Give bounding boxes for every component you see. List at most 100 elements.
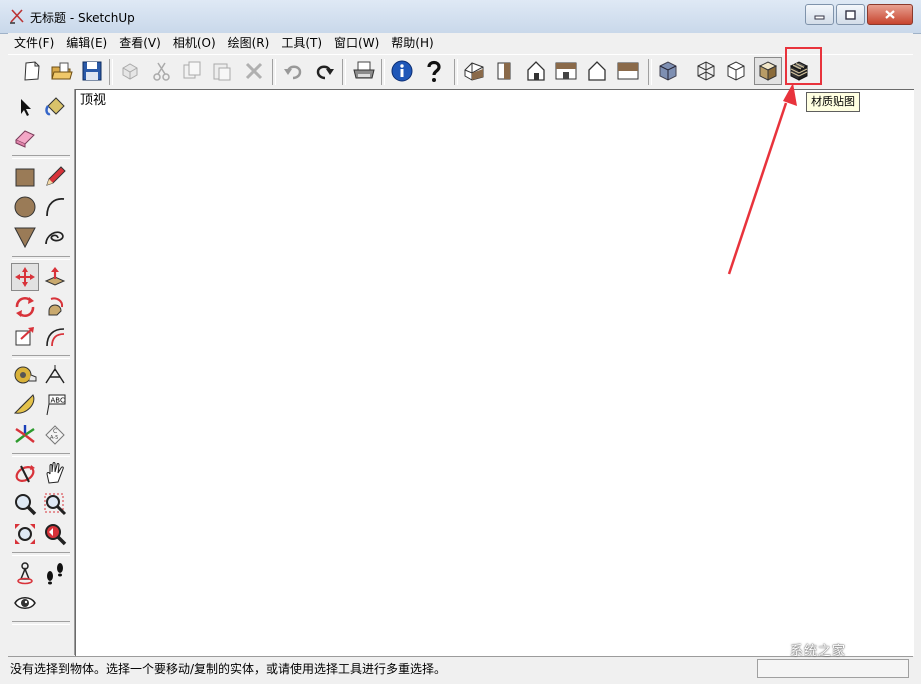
section-plane-button[interactable]: C A-5	[41, 421, 69, 449]
walk-tool-button[interactable]	[41, 559, 69, 587]
eraser-icon	[15, 130, 35, 148]
position-camera-button[interactable]	[11, 559, 39, 587]
hidden-line-button[interactable]	[722, 57, 750, 85]
line-tool-button[interactable]	[41, 163, 69, 191]
pan-tool-button[interactable]	[41, 460, 69, 488]
make-component-button[interactable]	[116, 57, 144, 85]
text-tool-button[interactable]: ABC	[41, 391, 69, 419]
minimize-icon	[814, 15, 825, 19]
zoom-extents-button[interactable]	[11, 520, 39, 548]
circle-tool-button[interactable]	[11, 193, 39, 221]
status-bar: 没有选择到物体。选择一个要移动/复制的实体，或请使用选择工具进行多重选择。	[8, 656, 913, 679]
move-tool-button[interactable]	[11, 263, 39, 291]
redo-button[interactable]	[310, 57, 338, 85]
toolbar-separator	[454, 59, 458, 85]
eraser-tool-button[interactable]	[11, 123, 39, 151]
select-tool-button[interactable]	[11, 93, 39, 121]
sketchup-app-icon[interactable]	[8, 7, 26, 25]
orbit-tool-button[interactable]	[11, 460, 39, 488]
scale-tool-button[interactable]	[11, 323, 39, 351]
iso-view-button[interactable]	[460, 57, 488, 85]
previous-view-button[interactable]	[41, 520, 69, 548]
menu-help[interactable]: 帮助(H)	[385, 33, 439, 53]
tape-measure-button[interactable]	[11, 361, 39, 389]
save-button[interactable]	[78, 57, 106, 85]
menu-window[interactable]: 窗口(W)	[328, 33, 385, 53]
wireframe-button[interactable]	[692, 57, 720, 85]
polygon-tool-button[interactable]	[11, 223, 39, 251]
xray-button[interactable]	[654, 57, 682, 85]
circle-icon	[14, 196, 36, 218]
protractor-tool-button[interactable]	[11, 391, 39, 419]
menu-tools[interactable]: 工具(T)	[275, 33, 328, 53]
main-toolbar	[8, 54, 913, 90]
rotate-tool-button[interactable]	[11, 293, 39, 321]
help-button[interactable]	[420, 57, 448, 85]
follow-me-tool-button[interactable]	[41, 293, 69, 321]
zoom-window-icon	[44, 493, 67, 516]
top-view-button[interactable]	[490, 57, 518, 85]
position-camera-icon	[17, 562, 33, 585]
minimize-button[interactable]	[805, 4, 834, 25]
undo-icon	[284, 65, 302, 80]
menu-file[interactable]: 文件(F)	[8, 33, 60, 53]
menu-camera[interactable]: 相机(O)	[167, 33, 222, 53]
new-file-button[interactable]	[18, 57, 46, 85]
back-view-button[interactable]	[583, 57, 611, 85]
shaded-button[interactable]	[754, 57, 782, 85]
copy-button[interactable]	[178, 57, 206, 85]
zoom-tool-button[interactable]	[11, 490, 39, 518]
paint-bucket-button[interactable]	[41, 93, 69, 121]
axes-tool-button[interactable]	[11, 421, 39, 449]
front-view-button[interactable]	[522, 57, 550, 85]
left-view-button[interactable]	[614, 57, 642, 85]
left-toolbar-separator	[12, 155, 70, 159]
new-file-icon	[24, 61, 40, 81]
tooltip: 材质贴图	[806, 92, 860, 112]
right-view-button[interactable]	[552, 57, 580, 85]
redo-icon	[316, 65, 334, 80]
left-toolbar: ABC C A-5	[8, 89, 75, 655]
paste-button[interactable]	[208, 57, 236, 85]
print-button[interactable]	[350, 57, 378, 85]
save-disk-icon	[82, 61, 102, 81]
scale-icon	[15, 327, 34, 346]
push-pull-tool-button[interactable]	[41, 263, 69, 291]
open-folder-icon	[51, 62, 73, 80]
watermark: 系统之家	[790, 644, 847, 659]
close-button[interactable]	[867, 4, 913, 25]
dimension-tool-button[interactable]	[41, 361, 69, 389]
toolbar-separator	[272, 59, 276, 85]
freehand-icon	[45, 231, 64, 245]
arc-tool-button[interactable]	[41, 193, 69, 221]
iso-house-icon	[464, 62, 484, 81]
erase-button[interactable]	[240, 57, 268, 85]
window-controls	[803, 4, 913, 25]
menu-draw[interactable]: 绘图(R)	[222, 33, 276, 53]
maximize-icon	[845, 9, 856, 20]
offset-tool-button[interactable]	[41, 323, 69, 351]
printer-icon	[353, 61, 375, 79]
push-pull-icon	[44, 267, 66, 286]
front-house-icon	[527, 61, 545, 81]
look-around-button[interactable]	[11, 589, 39, 617]
drawing-canvas[interactable]: 顶视	[75, 89, 914, 656]
hand-pan-icon	[46, 462, 64, 484]
follow-me-icon	[48, 297, 64, 316]
rectangle-tool-button[interactable]	[11, 163, 39, 191]
zoom-window-button[interactable]	[41, 490, 69, 518]
open-file-button[interactable]	[48, 57, 76, 85]
menu-edit[interactable]: 编辑(E)	[60, 33, 113, 53]
measurements-box[interactable]	[757, 659, 909, 678]
menu-view[interactable]: 查看(V)	[113, 33, 167, 53]
axes-icon	[15, 425, 35, 443]
toolbar-separator	[648, 59, 652, 85]
freehand-tool-button[interactable]	[41, 223, 69, 251]
undo-button[interactable]	[280, 57, 308, 85]
model-info-button[interactable]	[388, 57, 416, 85]
maximize-button[interactable]	[836, 4, 865, 25]
move-arrows-icon	[15, 267, 35, 287]
cut-button[interactable]	[148, 57, 176, 85]
left-toolbar-separator	[12, 256, 70, 260]
scissors-icon	[153, 62, 170, 81]
